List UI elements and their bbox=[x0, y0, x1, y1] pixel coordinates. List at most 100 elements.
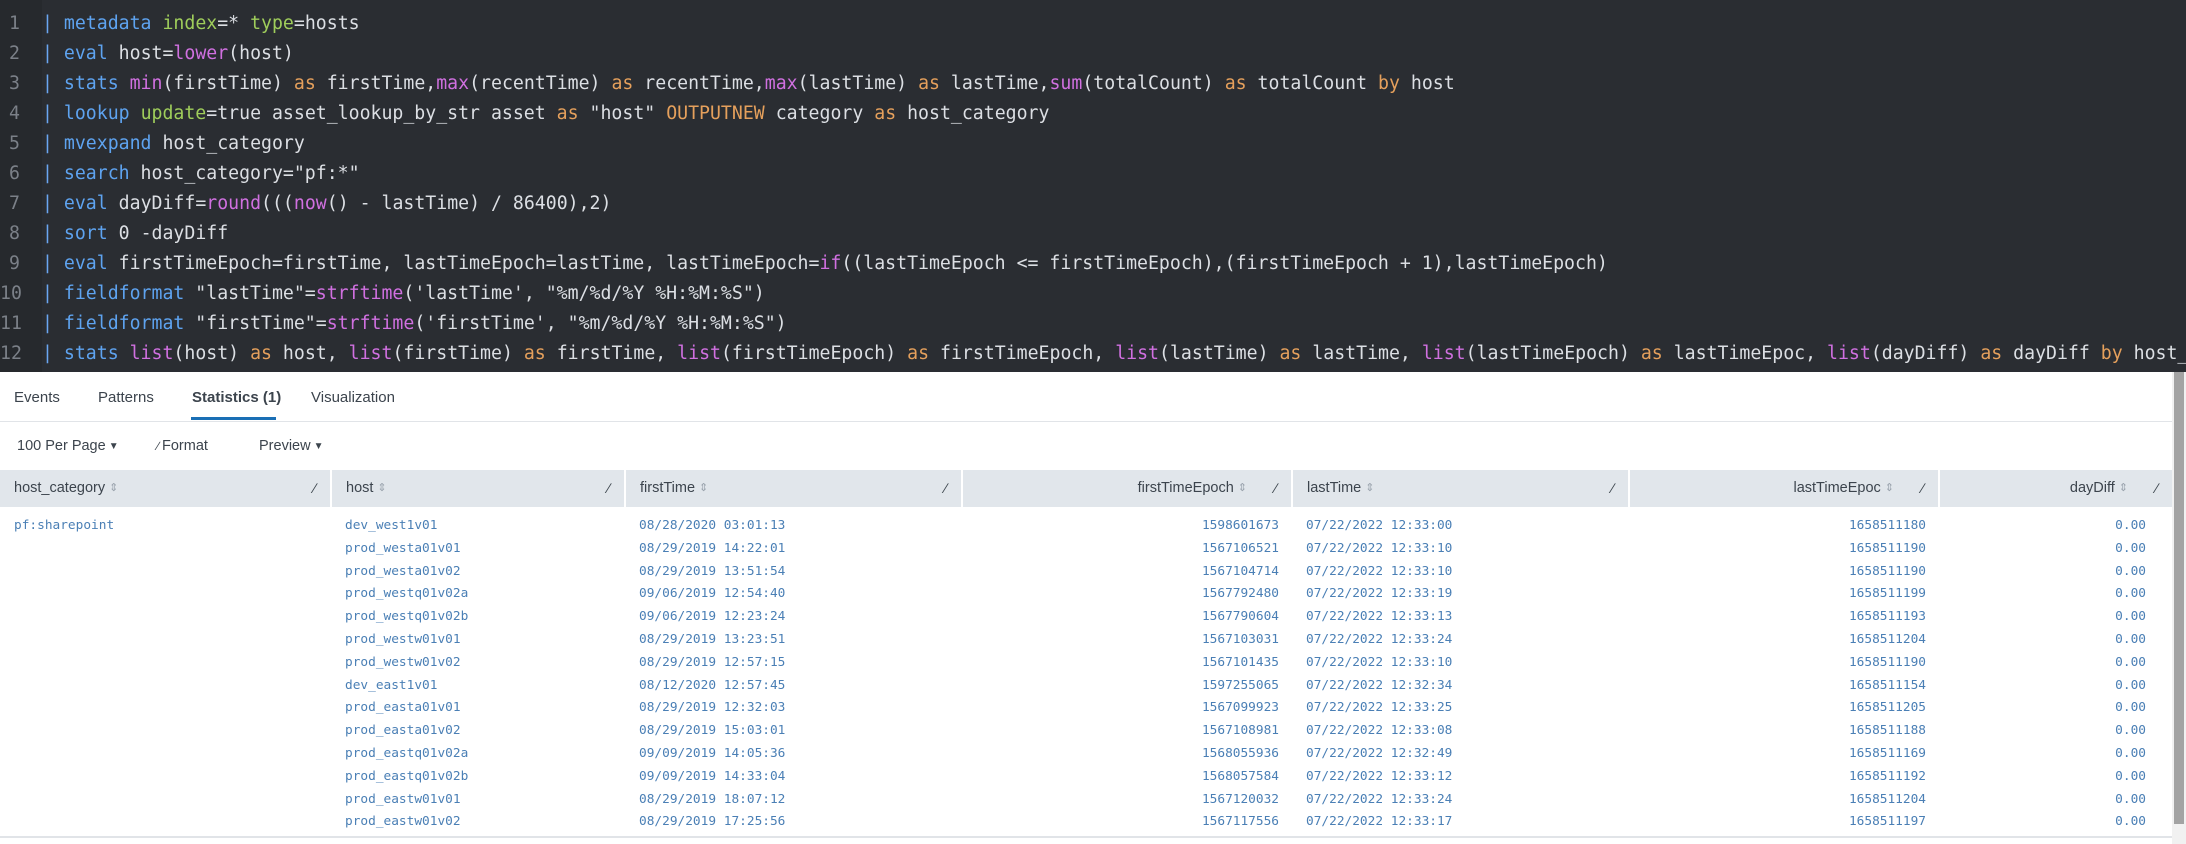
tab-events[interactable]: Events bbox=[14, 372, 60, 422]
sort-icon[interactable]: ⇕ bbox=[377, 482, 386, 494]
firstTime-value[interactable]: 08/29/2019 14:22:01 bbox=[639, 538, 939, 561]
column-label[interactable]: lastTime ⇕ bbox=[1307, 470, 1374, 507]
lastTime-value[interactable]: 07/22/2022 12:32:34 bbox=[1306, 675, 1606, 698]
firstTimeEpoch-value[interactable]: 1567108981 bbox=[963, 720, 1279, 743]
code-line[interactable]: 5 | mvexpand host_category bbox=[0, 129, 2186, 159]
pencil-icon[interactable]: ∕ bbox=[2156, 470, 2158, 507]
dayDiff-value[interactable]: 0.00 bbox=[1940, 697, 2146, 720]
code-line[interactable]: 10 | fieldformat "lastTime"=strftime('las… bbox=[0, 279, 2186, 309]
firstTime-value[interactable]: 08/28/2020 03:01:13 bbox=[639, 515, 939, 538]
per-page-dropdown[interactable]: 100 Per Page ▼ bbox=[17, 423, 119, 469]
sort-icon[interactable]: ⇕ bbox=[1365, 482, 1374, 494]
firstTimeEpoch-value[interactable]: 1598601673 bbox=[963, 515, 1279, 538]
firstTimeEpoch-value[interactable]: 1567103031 bbox=[963, 629, 1279, 652]
firstTimeEpoch-value[interactable]: 1567106521 bbox=[963, 538, 1279, 561]
firstTimeEpoch-value[interactable]: 1567101435 bbox=[963, 652, 1279, 675]
pencil-icon[interactable]: ∕ bbox=[1275, 470, 1277, 507]
lastTime-value[interactable]: 07/22/2022 12:33:00 bbox=[1306, 515, 1606, 538]
search-editor[interactable]: 1 | metadata index=* type=hosts 2 | eval ho… bbox=[0, 0, 2186, 372]
dayDiff-value[interactable]: 0.00 bbox=[1940, 515, 2146, 538]
column-label[interactable]: dayDiff ⇕ bbox=[2070, 470, 2128, 507]
host-category-value[interactable]: pf:sharepoint bbox=[14, 515, 314, 538]
lastTime-value[interactable]: 07/22/2022 12:33:17 bbox=[1306, 811, 1606, 834]
sort-icon[interactable]: ⇕ bbox=[1885, 482, 1894, 494]
lastTime-value[interactable]: 07/22/2022 12:33:24 bbox=[1306, 789, 1606, 812]
host-value[interactable]: prod_eastw01v02 bbox=[345, 811, 615, 834]
firstTimeEpoch-value[interactable]: 1567104714 bbox=[963, 561, 1279, 584]
host-value[interactable]: dev_east1v01 bbox=[345, 675, 615, 698]
lastTime-value[interactable]: 07/22/2022 12:33:10 bbox=[1306, 538, 1606, 561]
column-header-lastTimeEpoc[interactable]: lastTimeEpoc ⇕ ∕ bbox=[1630, 470, 1940, 507]
column-label[interactable]: host_category ⇕ bbox=[14, 470, 118, 507]
vertical-scrollbar[interactable] bbox=[2172, 372, 2186, 844]
lastTimeEpoc-value[interactable]: 1658511190 bbox=[1630, 538, 1926, 561]
lastTimeEpoc-value[interactable]: 1658511197 bbox=[1630, 811, 1926, 834]
sort-icon[interactable]: ⇕ bbox=[1238, 482, 1247, 494]
dayDiff-value[interactable]: 0.00 bbox=[1940, 766, 2146, 789]
code-line[interactable]: 4 | lookup update=true asset_lookup_by_st… bbox=[0, 99, 2186, 129]
lastTimeEpoc-value[interactable]: 1658511190 bbox=[1630, 561, 1926, 584]
lastTime-value[interactable]: 07/22/2022 12:33:08 bbox=[1306, 720, 1606, 743]
pencil-icon[interactable]: ∕ bbox=[608, 470, 610, 507]
host-value[interactable]: prod_eastw01v01 bbox=[345, 789, 615, 812]
column-label[interactable]: lastTimeEpoc ⇕ bbox=[1793, 470, 1894, 507]
code-line[interactable]: 11 | fieldformat "firstTime"=strftime('fi… bbox=[0, 309, 2186, 339]
firstTimeEpoch-value[interactable]: 1597255065 bbox=[963, 675, 1279, 698]
firstTime-value[interactable]: 08/12/2020 12:57:45 bbox=[639, 675, 939, 698]
column-header-firstTimeEpoch[interactable]: firstTimeEpoch ⇕ ∕ bbox=[963, 470, 1293, 507]
lastTimeEpoc-value[interactable]: 1658511154 bbox=[1630, 675, 1926, 698]
lastTimeEpoc-value[interactable]: 1658511190 bbox=[1630, 652, 1926, 675]
column-header-lastTime[interactable]: lastTime ⇕ ∕ bbox=[1293, 470, 1630, 507]
firstTime-value[interactable]: 08/29/2019 13:23:51 bbox=[639, 629, 939, 652]
dayDiff-value[interactable]: 0.00 bbox=[1940, 789, 2146, 812]
code-line[interactable]: 6 | search host_category="pf:*" bbox=[0, 159, 2186, 189]
format-button[interactable]: ∕ Format bbox=[157, 423, 208, 469]
code-line[interactable]: 8 | sort 0 -dayDiff bbox=[0, 219, 2186, 249]
column-header-host[interactable]: host ⇕ ∕ bbox=[332, 470, 626, 507]
firstTimeEpoch-value[interactable]: 1567099923 bbox=[963, 697, 1279, 720]
host-value[interactable]: prod_westa01v01 bbox=[345, 538, 615, 561]
firstTime-value[interactable]: 08/29/2019 12:57:15 bbox=[639, 652, 939, 675]
code-line[interactable]: 1 | metadata index=* type=hosts bbox=[0, 9, 2186, 39]
lastTime-value[interactable]: 07/22/2022 12:33:19 bbox=[1306, 583, 1606, 606]
lastTimeEpoc-value[interactable]: 1658511199 bbox=[1630, 583, 1926, 606]
firstTime-value[interactable]: 08/29/2019 15:03:01 bbox=[639, 720, 939, 743]
dayDiff-value[interactable]: 0.00 bbox=[1940, 538, 2146, 561]
firstTime-value[interactable]: 08/29/2019 13:51:54 bbox=[639, 561, 939, 584]
firstTimeEpoch-value[interactable]: 1568055936 bbox=[963, 743, 1279, 766]
column-header-host_category[interactable]: host_category ⇕ ∕ bbox=[0, 470, 332, 507]
firstTimeEpoch-value[interactable]: 1568057584 bbox=[963, 766, 1279, 789]
host-value[interactable]: prod_westw01v01 bbox=[345, 629, 615, 652]
lastTimeEpoc-value[interactable]: 1658511188 bbox=[1630, 720, 1926, 743]
lastTimeEpoc-value[interactable]: 1658511205 bbox=[1630, 697, 1926, 720]
column-header-firstTime[interactable]: firstTime ⇕ ∕ bbox=[626, 470, 963, 507]
preview-dropdown[interactable]: Preview ▼ bbox=[259, 423, 323, 469]
dayDiff-value[interactable]: 0.00 bbox=[1940, 561, 2146, 584]
dayDiff-value[interactable]: 0.00 bbox=[1940, 652, 2146, 675]
lastTime-value[interactable]: 07/22/2022 12:33:24 bbox=[1306, 629, 1606, 652]
lastTime-value[interactable]: 07/22/2022 12:33:25 bbox=[1306, 697, 1606, 720]
host-value[interactable]: prod_westw01v02 bbox=[345, 652, 615, 675]
firstTime-value[interactable]: 08/29/2019 17:25:56 bbox=[639, 811, 939, 834]
column-header-dayDiff[interactable]: dayDiff ⇕ ∕ bbox=[1940, 470, 2172, 507]
host-value[interactable]: dev_west1v01 bbox=[345, 515, 615, 538]
lastTime-value[interactable]: 07/22/2022 12:33:10 bbox=[1306, 652, 1606, 675]
dayDiff-value[interactable]: 0.00 bbox=[1940, 743, 2146, 766]
column-label[interactable]: firstTime ⇕ bbox=[640, 470, 708, 507]
lastTimeEpoc-value[interactable]: 1658511180 bbox=[1630, 515, 1926, 538]
code-line[interactable]: 3 | stats min(firstTime) as firstTime,max… bbox=[0, 69, 2186, 99]
pencil-icon[interactable]: ∕ bbox=[1612, 470, 1614, 507]
firstTime-value[interactable]: 09/09/2019 14:05:36 bbox=[639, 743, 939, 766]
lastTime-value[interactable]: 07/22/2022 12:32:49 bbox=[1306, 743, 1606, 766]
dayDiff-value[interactable]: 0.00 bbox=[1940, 811, 2146, 834]
dayDiff-value[interactable]: 0.00 bbox=[1940, 720, 2146, 743]
host-value[interactable]: prod_eastq01v02b bbox=[345, 766, 615, 789]
host-value[interactable]: prod_eastq01v02a bbox=[345, 743, 615, 766]
host-value[interactable]: prod_westq01v02a bbox=[345, 583, 615, 606]
lastTimeEpoc-value[interactable]: 1658511204 bbox=[1630, 629, 1926, 652]
code-line[interactable]: 7 | eval dayDiff=round(((now() - lastTime… bbox=[0, 189, 2186, 219]
firstTimeEpoch-value[interactable]: 1567120032 bbox=[963, 789, 1279, 812]
pencil-icon[interactable]: ∕ bbox=[314, 470, 316, 507]
firstTimeEpoch-value[interactable]: 1567790604 bbox=[963, 606, 1279, 629]
lastTime-value[interactable]: 07/22/2022 12:33:10 bbox=[1306, 561, 1606, 584]
